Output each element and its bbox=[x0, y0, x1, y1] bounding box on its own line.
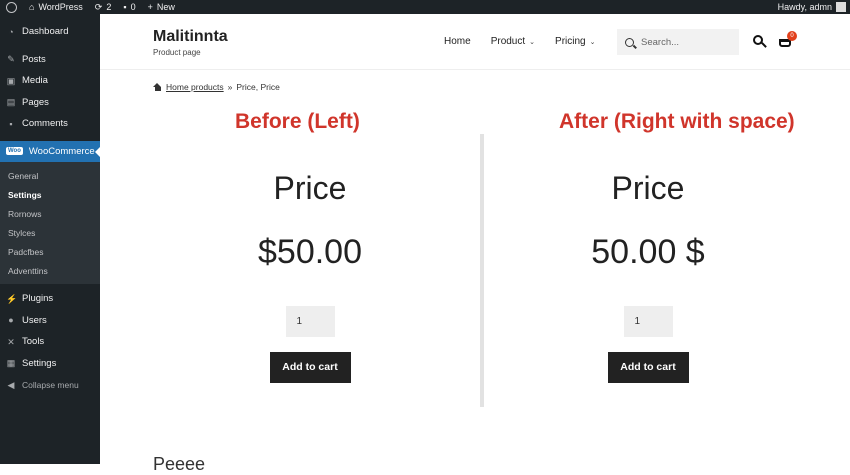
submenu-settings[interactable]: Settings bbox=[0, 185, 100, 204]
menu-label: Collapse menu bbox=[22, 379, 79, 390]
plus-icon: + bbox=[147, 2, 153, 12]
price-label: Price bbox=[611, 170, 685, 206]
nav-pricing[interactable]: Pricing ⌄ bbox=[555, 36, 595, 47]
comments-count: 0 bbox=[130, 2, 136, 12]
wp-logo-menu[interactable] bbox=[0, 0, 23, 14]
section-heading: Peeee bbox=[153, 454, 206, 474]
menu-pages[interactable]: ▤ Pages bbox=[0, 92, 100, 114]
nav-product[interactable]: Product ⌄ bbox=[491, 36, 535, 47]
admin-sidebar: ◔ Dashboard ✎ Posts ▣ Media ▤ Pages ▪ Comment… bbox=[0, 14, 101, 464]
site-description: Product page bbox=[153, 48, 201, 57]
comparison-divider bbox=[480, 134, 484, 407]
site-name: WordPress bbox=[38, 2, 83, 12]
menu-media[interactable]: ▣ Media bbox=[0, 70, 100, 92]
menu-settings[interactable]: ▦ Settings bbox=[0, 353, 100, 375]
product-before: Price $50.00 1 Add to cart bbox=[200, 130, 420, 383]
submenu-adventures[interactable]: Adventtins bbox=[0, 261, 100, 280]
menu-comments[interactable]: ▪ Comments bbox=[0, 113, 100, 135]
greeting: Hawdy, admn bbox=[777, 2, 832, 12]
comment-icon: ▪ bbox=[123, 2, 127, 12]
wrench-icon: ✕ bbox=[7, 336, 15, 347]
submenu-reviews[interactable]: Rornows bbox=[0, 204, 100, 223]
menu-plugins[interactable]: ⚡ Plugins bbox=[0, 288, 100, 310]
updates-count: 2 bbox=[106, 2, 112, 12]
header-search-icon[interactable] bbox=[753, 35, 767, 48]
search-input[interactable]: Search... bbox=[617, 29, 739, 55]
search-icon bbox=[625, 37, 634, 47]
avatar bbox=[836, 2, 846, 12]
submenu-general[interactable]: General bbox=[0, 166, 100, 185]
submenu-styles[interactable]: Stylces bbox=[0, 223, 100, 242]
site-title[interactable]: Malitinnta bbox=[153, 28, 228, 46]
account-menu[interactable]: Hawdy, admn bbox=[772, 0, 850, 14]
menu-label: Comments bbox=[22, 118, 68, 130]
plug-icon: ⚡ bbox=[6, 293, 18, 304]
quantity-input[interactable]: 1 bbox=[623, 306, 673, 337]
new-label: New bbox=[156, 2, 175, 12]
menu-users[interactable]: ● Users bbox=[0, 310, 100, 332]
home-icon bbox=[153, 83, 162, 91]
menu-label: Settings bbox=[22, 357, 57, 369]
woocommerce-icon: Woo bbox=[6, 147, 23, 156]
menu-dashboard[interactable]: ◔ Dashboard bbox=[0, 21, 100, 43]
menu-label: Posts bbox=[22, 53, 46, 65]
nav-home[interactable]: Home bbox=[444, 36, 471, 47]
product-after: Price 50.00 $ 1 Add to cart bbox=[538, 130, 758, 383]
dashboard-icon: ◔ bbox=[8, 26, 14, 37]
home-icon: ⌂ bbox=[29, 2, 35, 12]
site-name-link[interactable]: ⌂ WordPress bbox=[23, 0, 89, 14]
chevron-down-icon: ⌄ bbox=[589, 38, 596, 46]
add-to-cart-button[interactable]: Add to cart bbox=[269, 352, 351, 383]
settings-icon: ▦ bbox=[6, 358, 16, 369]
nav-label: Home bbox=[444, 36, 471, 47]
quantity-input[interactable]: 1 bbox=[285, 306, 335, 337]
chevron-down-icon: ⌄ bbox=[529, 38, 536, 46]
comments-link[interactable]: ▪ 0 bbox=[117, 0, 141, 14]
menu-tools[interactable]: ✕ Tools bbox=[0, 331, 100, 353]
pages-icon: ▤ bbox=[6, 97, 16, 108]
site-header: Malitinnta Product page Home Product ⌄ Pr… bbox=[100, 14, 850, 70]
search-placeholder: Search... bbox=[641, 36, 680, 48]
menu-label: Plugins bbox=[22, 293, 54, 305]
menu-label: Pages bbox=[22, 96, 49, 108]
add-to-cart-button[interactable]: Add to cart bbox=[607, 352, 689, 383]
collapse-icon: ◀ bbox=[7, 379, 15, 390]
new-content-link[interactable]: + New bbox=[142, 0, 181, 14]
woocommerce-submenu: General Settings Rornows Stylces Padcfbe… bbox=[0, 162, 100, 284]
main-content: Malitinnta Product page Home Product ⌄ Pr… bbox=[100, 14, 850, 474]
updates-link[interactable]: ⟳ 2 bbox=[89, 0, 118, 14]
breadcrumb: Home products » Price, Price bbox=[153, 82, 280, 92]
cart-count-badge: 0 bbox=[787, 31, 797, 41]
updates-icon: ⟳ bbox=[94, 1, 103, 12]
admin-bar: ⌂ WordPress ⟳ 2 ▪ 0 + New Hawdy, admn bbox=[0, 0, 850, 14]
menu-label: Media bbox=[22, 75, 48, 87]
menu-label: Dashboard bbox=[22, 26, 69, 38]
price-value: $50.00 bbox=[258, 233, 362, 271]
breadcrumb-home-link[interactable]: Home products bbox=[166, 82, 224, 92]
menu-label: WooCommerce bbox=[28, 145, 95, 157]
pin-icon: ✎ bbox=[7, 54, 15, 65]
menu-label: Tools bbox=[22, 336, 45, 348]
breadcrumb-current: Price, Price bbox=[236, 82, 280, 92]
collapse-menu[interactable]: ◀ Collapse menu bbox=[0, 374, 100, 396]
user-icon: ● bbox=[8, 315, 14, 326]
submenu-packages[interactable]: Padcfbes bbox=[0, 242, 100, 261]
primary-nav: Home Product ⌄ Pricing ⌄ bbox=[444, 36, 615, 47]
menu-label: Users bbox=[22, 314, 47, 326]
breadcrumb-separator: » bbox=[227, 82, 233, 92]
price-label: Price bbox=[273, 170, 347, 206]
nav-label: Product bbox=[490, 36, 526, 47]
media-icon: ▣ bbox=[6, 75, 16, 86]
nav-label: Pricing bbox=[555, 36, 586, 47]
menu-woocommerce[interactable]: Woo WooCommerce bbox=[0, 140, 101, 162]
price-value: 50.00 $ bbox=[591, 233, 705, 271]
comment-icon: ▪ bbox=[9, 118, 13, 129]
cart-icon[interactable]: 0 bbox=[778, 31, 797, 49]
menu-posts[interactable]: ✎ Posts bbox=[0, 49, 100, 71]
wordpress-logo-icon bbox=[6, 1, 17, 13]
